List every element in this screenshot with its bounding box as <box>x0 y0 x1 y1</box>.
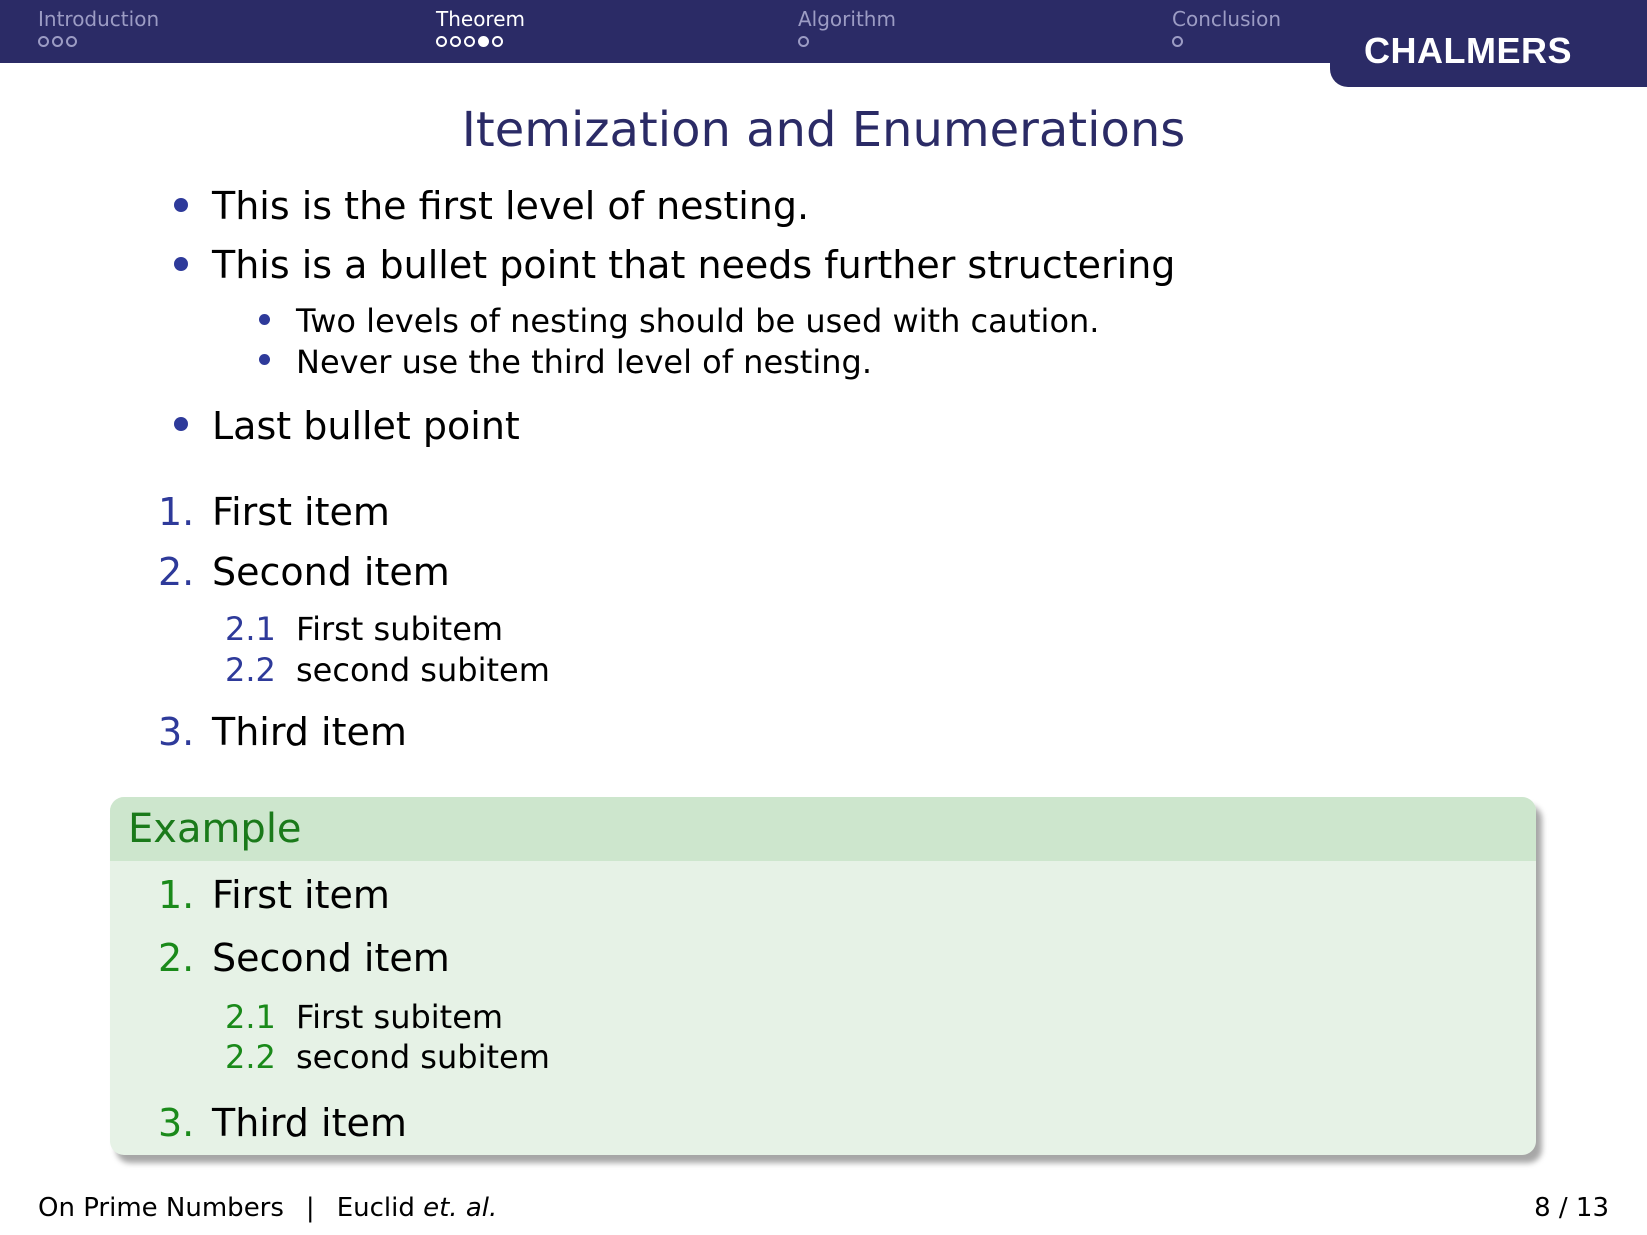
nav-dots <box>38 36 159 47</box>
slide-title: Itemization and Enumerations <box>461 102 1186 158</box>
nav-label[interactable]: Algorithm <box>798 6 896 32</box>
example-enum-number: 2. <box>158 936 195 980</box>
footer-author-suffix: et. al. <box>423 1193 498 1223</box>
frame-dot[interactable] <box>66 36 77 47</box>
enum-subnumber: 2.2 <box>225 651 276 689</box>
example-block: Example 1. First item 2. Second item 2.1… <box>110 797 1536 1155</box>
sub-bullet-item: Two levels of nesting should be used wit… <box>296 302 1100 340</box>
enum-number: 3. <box>158 710 195 754</box>
example-block-title: Example <box>128 806 302 852</box>
sub-bullet-item: Never use the third level of nesting. <box>296 343 872 381</box>
example-enum-item: Third item <box>212 1101 407 1145</box>
example-enum-item: First item <box>212 873 390 917</box>
enum-item: First item <box>212 490 390 534</box>
bullet-item: Last bullet point <box>212 404 520 448</box>
bullet-marker <box>174 198 188 212</box>
example-block-header <box>110 797 1536 861</box>
nav-dots <box>436 36 525 47</box>
example-enum-subitem: second subitem <box>296 1038 550 1076</box>
frame-dot[interactable] <box>464 36 475 47</box>
frame-dot[interactable] <box>450 36 461 47</box>
chalmers-logo: CHALMERS <box>1364 30 1572 71</box>
bullet-marker <box>174 257 188 271</box>
nav-section-introduction[interactable]: Introduction <box>38 6 159 47</box>
nav-dots <box>1172 36 1281 47</box>
frame-dot[interactable] <box>436 36 447 47</box>
enum-subitem: First subitem <box>296 610 504 648</box>
sub-bullet-marker <box>259 354 270 365</box>
example-enum-subitem: First subitem <box>296 998 504 1036</box>
sub-bullet-marker <box>259 314 270 325</box>
bullet-marker <box>174 417 188 431</box>
nav-section-theorem[interactable]: Theorem <box>436 6 525 47</box>
bullet-item: This is the first level of nesting. <box>212 184 810 228</box>
frame-dot[interactable] <box>52 36 63 47</box>
nav-section-conclusion[interactable]: Conclusion <box>1172 6 1281 47</box>
frame-dot[interactable] <box>492 36 503 47</box>
bullet-item: This is a bullet point that needs furthe… <box>212 243 1176 287</box>
enum-number: 2. <box>158 550 195 594</box>
nav-label[interactable]: Theorem <box>436 6 525 32</box>
footer-info: On Prime Numbers | Euclid et. al. <box>38 1192 497 1224</box>
example-enum-item: Second item <box>212 936 450 980</box>
enum-number: 1. <box>158 490 195 534</box>
enum-item: Second item <box>212 550 450 594</box>
current-frame-dot[interactable] <box>478 36 489 47</box>
nav-label[interactable]: Conclusion <box>1172 6 1281 32</box>
nav-label[interactable]: Introduction <box>38 6 159 32</box>
frame-dot[interactable] <box>38 36 49 47</box>
footer-author: Euclid <box>336 1193 415 1223</box>
example-enum-number: 1. <box>158 873 195 917</box>
footer-title: On Prime Numbers <box>38 1193 284 1223</box>
example-enum-number: 3. <box>158 1101 195 1145</box>
enum-subitem: second subitem <box>296 651 550 689</box>
frame-dot[interactable] <box>1172 36 1183 47</box>
page-number: 8 / 13 <box>1534 1193 1609 1223</box>
frame-dot[interactable] <box>798 36 809 47</box>
enum-item: Third item <box>212 710 407 754</box>
example-enum-subnumber: 2.2 <box>225 1038 276 1076</box>
nav-dots <box>798 36 896 47</box>
nav-section-algorithm[interactable]: Algorithm <box>798 6 896 47</box>
example-enum-subnumber: 2.1 <box>225 998 276 1036</box>
enum-subnumber: 2.1 <box>225 610 276 648</box>
footer-separator: | <box>305 1193 315 1223</box>
